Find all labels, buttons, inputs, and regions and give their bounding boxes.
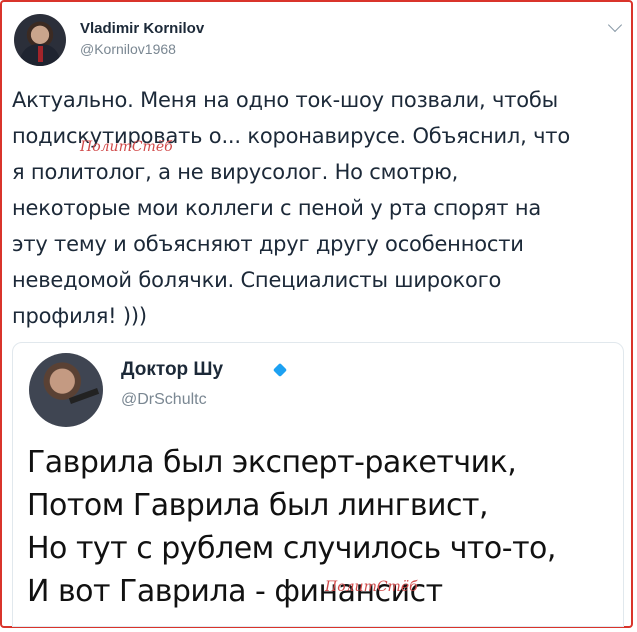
avatar-tie [38,46,43,62]
avatar-microphone [68,388,100,404]
screenshot-frame: Vladimir Kornilov @Kornilov1968 Актуальн… [0,0,633,628]
author-info[interactable]: Vladimir Kornilov @Kornilov1968 [80,20,204,57]
quoted-author-name[interactable]: Доктор Шу [121,359,223,381]
quoted-tweet-text: Гаврила был эксперт-ракетчик, Потом Гавр… [27,445,556,609]
watermark: ПолитСтёб [325,579,418,595]
verified-badge-icon [272,362,288,378]
watermark: ПолитСтёб [80,139,173,155]
quoted-author-handle[interactable]: @DrSchultc [121,391,207,409]
author-name[interactable]: Vladimir Kornilov [80,20,204,37]
author-handle[interactable]: @Kornilov1968 [80,41,204,57]
quoted-author-avatar[interactable] [29,353,103,427]
tweet-header: Vladimir Kornilov @Kornilov1968 [14,14,624,70]
chevron-down-icon[interactable] [607,17,623,33]
author-avatar[interactable] [14,14,66,66]
quoted-tweet[interactable]: Доктор Шу @DrSchultc Гаврила был эксперт… [12,342,624,627]
tweet-text: Актуально. Меня на одно ток-шоу позвали,… [12,88,570,328]
